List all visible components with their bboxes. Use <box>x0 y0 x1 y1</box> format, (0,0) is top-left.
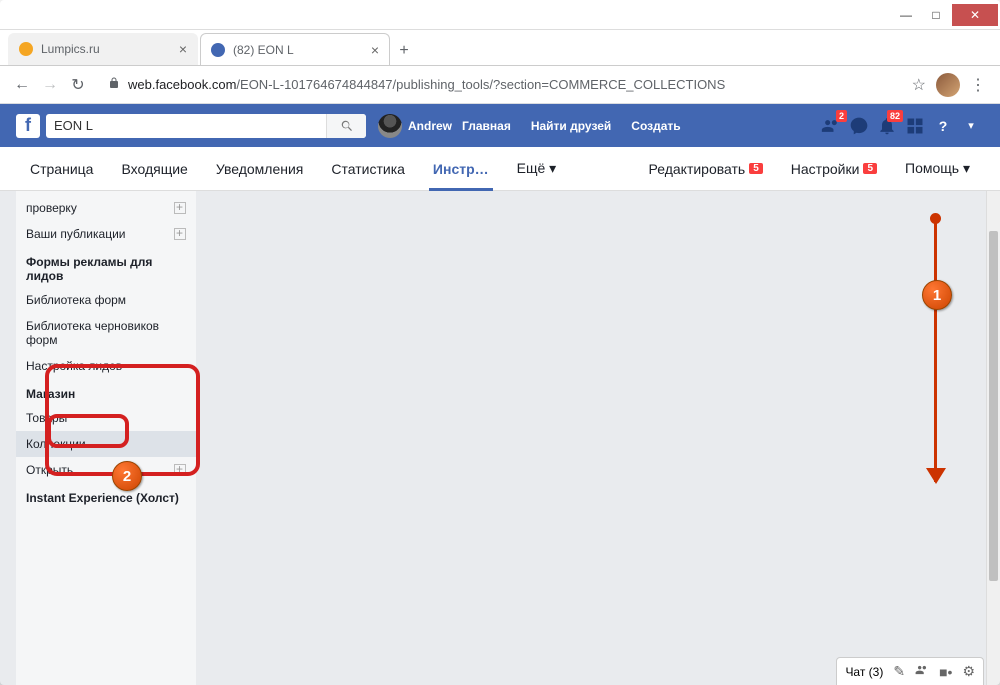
notifications-icon[interactable]: 82 <box>874 113 900 139</box>
plus-icon <box>174 202 186 214</box>
profile-picture-icon <box>378 114 402 138</box>
nav-home[interactable]: Главная <box>452 114 521 138</box>
annotation-arrow <box>934 217 937 482</box>
label: проверку <box>26 201 77 215</box>
bookmark-star-icon[interactable]: ☆ <box>912 75 926 95</box>
back-button[interactable]: ← <box>8 71 36 99</box>
url-host: web.facebook.com <box>128 77 236 92</box>
plus-icon <box>174 228 186 240</box>
sidebar-item-leads-setup[interactable]: Настройка лидов <box>16 353 196 379</box>
main-panel <box>196 191 986 685</box>
url-path: /EON-L-101764674844847/publishing_tools/… <box>236 77 725 92</box>
tab-more[interactable]: Ещё ▾ <box>503 147 571 191</box>
tab-title: (82) EON L <box>233 43 365 57</box>
profile-avatar-icon[interactable] <box>936 73 960 97</box>
browser-tabstrip: Lumpics.ru × (82) EON L × + <box>0 30 1000 66</box>
help-menu[interactable]: Помощь ▾ <box>891 147 984 191</box>
label: Ваши публикации <box>26 227 125 241</box>
sidebar-heading-shop: Магазин <box>16 379 196 405</box>
label: Редактировать <box>649 161 746 177</box>
address-bar: ← → ↻ web.facebook.com/EON-L-10176467484… <box>0 66 1000 104</box>
nav-create[interactable]: Создать <box>621 114 690 138</box>
settings-button[interactable]: Настройки5 <box>777 147 891 191</box>
window-maximize-button[interactable]: □ <box>922 4 950 26</box>
reload-button[interactable]: ↻ <box>64 71 92 99</box>
browser-menu-icon[interactable]: ⋮ <box>970 75 986 95</box>
sidebar-heading-instant-experience: Instant Experience (Холст) <box>16 483 196 509</box>
page-content: f EON L Andrew Главная Найти друзей Созд… <box>0 104 1000 685</box>
facebook-header: f EON L Andrew Главная Найти друзей Созд… <box>0 104 1000 147</box>
content-area: проверку Ваши публикации Формы рекламы д… <box>0 191 1000 685</box>
favicon-facebook-icon <box>211 43 225 57</box>
favicon-lumpics-icon <box>19 42 33 56</box>
window-minimize-button[interactable]: — <box>892 4 920 26</box>
messages-icon[interactable] <box>846 113 872 139</box>
facebook-logo-icon[interactable]: f <box>16 114 40 138</box>
sidebar-item-collections[interactable]: Коллекции <box>16 431 196 457</box>
badge: 82 <box>887 110 903 122</box>
sidebar-item-forms-library[interactable]: Библиотека форм <box>16 287 196 313</box>
scrollbar-thumb[interactable] <box>989 231 998 581</box>
profile-link[interactable]: Andrew <box>378 114 452 138</box>
tab-inbox[interactable]: Входящие <box>107 147 201 191</box>
profile-name: Andrew <box>408 119 452 133</box>
search-button[interactable] <box>326 114 366 138</box>
label: Открыть <box>26 463 73 477</box>
sidebar-item-products[interactable]: Товары <box>16 405 196 431</box>
sidebar-item-your-posts[interactable]: Ваши публикации <box>16 221 196 247</box>
search-value: EON L <box>54 118 93 133</box>
annotation-callout-2: 2 <box>112 461 142 491</box>
browser-tab-facebook[interactable]: (82) EON L × <box>200 33 390 65</box>
url-field[interactable]: web.facebook.com/EON-L-101764674844847/p… <box>98 71 900 99</box>
friend-requests-icon[interactable]: 2 <box>818 113 844 139</box>
badge: 5 <box>863 163 877 174</box>
forward-button[interactable]: → <box>36 71 64 99</box>
tab-publishing-tools[interactable]: Инстр… <box>419 147 503 191</box>
tab-close-icon[interactable]: × <box>179 41 187 57</box>
scrollbar[interactable] <box>986 191 1000 685</box>
tab-notifications[interactable]: Уведомления <box>202 147 318 191</box>
nav-find-friends[interactable]: Найти друзей <box>521 114 621 138</box>
label: Настройки <box>791 161 860 177</box>
annotation-callout-1: 1 <box>922 280 952 310</box>
lock-icon <box>108 77 120 92</box>
window-close-button[interactable]: ✕ <box>952 4 998 26</box>
gear-icon[interactable]: ⚙ <box>962 663 975 680</box>
compose-icon[interactable]: ✎ <box>893 663 905 680</box>
plus-icon <box>174 464 186 476</box>
new-tab-button[interactable]: + <box>390 37 418 65</box>
search-input[interactable]: EON L <box>46 114 366 138</box>
sidebar-heading-lead-forms: Формы рекламы для лидов <box>16 247 196 287</box>
tab-insights[interactable]: Статистика <box>317 147 419 191</box>
edit-page-button[interactable]: Редактировать5 <box>635 147 777 191</box>
search-icon <box>340 119 354 133</box>
sidebar-item-review[interactable]: проверку <box>16 195 196 221</box>
page-tabbar: Страница Входящие Уведомления Статистика… <box>0 147 1000 191</box>
window-titlebar: — □ ✕ <box>0 0 1000 30</box>
browser-tab-lumpics[interactable]: Lumpics.ru × <box>8 33 198 65</box>
video-icon[interactable]: ■• <box>939 664 952 680</box>
sidebar-item-draft-forms[interactable]: Библиотека черновиков форм <box>16 313 196 353</box>
chat-dock[interactable]: Чат (3) ✎ ■• ⚙ <box>836 657 984 685</box>
help-icon[interactable]: ? <box>930 113 956 139</box>
publishing-sidebar: проверку Ваши публикации Формы рекламы д… <box>16 191 196 685</box>
badge: 5 <box>749 163 763 174</box>
account-menu-icon[interactable]: ▾ <box>958 113 984 139</box>
quick-help-icon[interactable] <box>902 113 928 139</box>
sidebar-item-open[interactable]: Открыть <box>16 457 196 483</box>
group-icon[interactable] <box>915 663 929 680</box>
tab-title: Lumpics.ru <box>41 42 173 56</box>
chat-label: Чат (3) <box>845 665 883 679</box>
tab-close-icon[interactable]: × <box>371 42 379 58</box>
tab-page[interactable]: Страница <box>16 147 107 191</box>
